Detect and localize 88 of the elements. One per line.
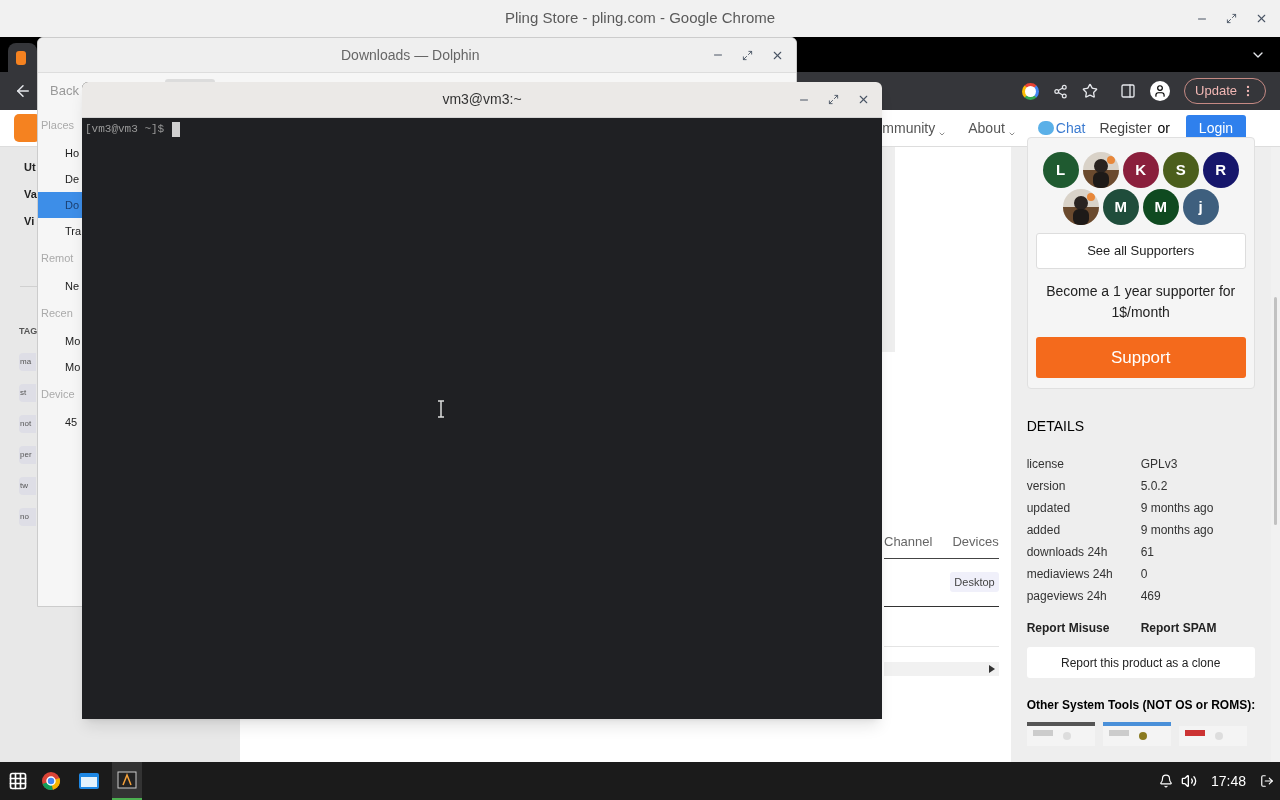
text-cursor bbox=[172, 121, 181, 137]
places-item[interactable]: Tra bbox=[38, 218, 83, 244]
detail-value: 5.0.2 bbox=[1140, 478, 1168, 495]
section-heading: Other System Tools (NOT OS or ROMS): bbox=[1026, 697, 1255, 714]
chrome-icon bbox=[41, 771, 61, 791]
detail-value: 9 months ago bbox=[1140, 500, 1214, 517]
supporter-avatar[interactable]: M bbox=[1142, 189, 1179, 225]
report-clone-button[interactable]: Report this product as a clone bbox=[1026, 647, 1255, 678]
report-spam-link[interactable]: Report SPAM bbox=[1140, 619, 1217, 637]
supporter-avatar[interactable]: M bbox=[1102, 189, 1139, 225]
chat-icon bbox=[1037, 121, 1054, 135]
details-heading: DETAILS bbox=[1026, 417, 1085, 436]
back-icon[interactable] bbox=[14, 82, 32, 100]
supporter-avatar[interactable]: R bbox=[1202, 152, 1239, 188]
supporter-text: Become a 1 year supporter for 1$/month bbox=[1045, 282, 1237, 322]
nav-link[interactable]: mmunity bbox=[882, 117, 947, 139]
notification-icon[interactable] bbox=[1158, 774, 1173, 788]
terminal-icon bbox=[117, 771, 137, 789]
detail-value: GPLv3 bbox=[1140, 456, 1178, 473]
detail-label: license bbox=[1026, 456, 1066, 473]
places-heading: Places bbox=[40, 118, 76, 133]
content-tab[interactable]: Devices bbox=[952, 532, 999, 552]
launcher-icon[interactable] bbox=[8, 771, 28, 791]
shell-prompt: [vm3@vm3 ~]$ bbox=[85, 122, 165, 137]
window-title: Downloads — Dolphin bbox=[341, 45, 480, 65]
text-cursor-icon bbox=[437, 399, 445, 418]
detail-label: added bbox=[1026, 522, 1062, 539]
detail-label: version bbox=[1026, 478, 1067, 495]
category-link[interactable]: Ut bbox=[24, 159, 36, 186]
scroll-right-icon[interactable] bbox=[988, 664, 995, 673]
bookmark-icon[interactable] bbox=[1082, 83, 1099, 99]
google-icon[interactable] bbox=[1022, 82, 1040, 100]
pling-icon bbox=[16, 50, 26, 65]
detail-value: 61 bbox=[1140, 544, 1155, 561]
report-misuse-link[interactable]: Report Misuse bbox=[1026, 619, 1141, 637]
tag-chip[interactable]: not bbox=[19, 414, 36, 433]
profile-icon[interactable] bbox=[1150, 81, 1171, 101]
maximize-icon[interactable] bbox=[828, 94, 839, 105]
device-tag: Desktop bbox=[950, 572, 999, 592]
nav-link[interactable]: About bbox=[968, 117, 1016, 139]
scrollbar[interactable] bbox=[1270, 147, 1280, 762]
places-heading: Device bbox=[40, 387, 76, 402]
maximize-icon[interactable] bbox=[742, 49, 753, 61]
detail-label: mediaviews 24h bbox=[1026, 566, 1114, 583]
see-all-button[interactable]: See all Supporters bbox=[1035, 233, 1246, 269]
supporter-avatar[interactable]: K bbox=[1122, 152, 1159, 188]
places-item[interactable]: Ne bbox=[38, 273, 83, 299]
maximize-icon[interactable] bbox=[1226, 13, 1237, 24]
places-heading: Recen bbox=[40, 306, 74, 321]
places-item[interactable]: Ho bbox=[38, 140, 83, 166]
tag-chip[interactable]: per bbox=[19, 445, 36, 464]
register-link[interactable]: Register bbox=[1099, 117, 1152, 139]
category-link[interactable]: Vi bbox=[24, 213, 35, 240]
detail-value: 9 months ago bbox=[1140, 522, 1214, 539]
detail-label: pageviews 24h bbox=[1026, 588, 1108, 605]
places-item[interactable]: 45 bbox=[38, 409, 83, 435]
detail-value: 0 bbox=[1140, 566, 1148, 583]
places-item[interactable]: De bbox=[38, 166, 83, 192]
places-item[interactable]: Mo bbox=[38, 328, 83, 354]
supporter-avatar[interactable]: j bbox=[1182, 189, 1219, 225]
clock[interactable]: 17:48 bbox=[1210, 770, 1246, 792]
detail-value: 469 bbox=[1140, 588, 1161, 605]
tag-chip[interactable]: ma bbox=[19, 352, 36, 371]
supporter-avatar[interactable]: S bbox=[1162, 152, 1199, 188]
close-icon[interactable] bbox=[857, 93, 870, 106]
supporter-avatar[interactable]: L bbox=[1042, 152, 1079, 188]
logout-icon[interactable] bbox=[1260, 774, 1274, 788]
chat-link[interactable]: Chat bbox=[1055, 117, 1086, 139]
tags-heading: TAG bbox=[19, 325, 38, 338]
window-title: vm3@vm3:~ bbox=[442, 90, 522, 109]
places-item[interactable]: Mo bbox=[38, 354, 83, 380]
tag-chip[interactable]: tw bbox=[19, 476, 36, 495]
folder-icon bbox=[79, 772, 99, 790]
close-icon[interactable] bbox=[1255, 12, 1268, 25]
places-heading: Remot bbox=[40, 251, 75, 266]
browser-tab[interactable] bbox=[8, 43, 37, 72]
category-link[interactable]: Va bbox=[24, 186, 37, 213]
or-text: or bbox=[1157, 118, 1170, 138]
side-panel-icon[interactable] bbox=[1120, 83, 1137, 99]
volume-icon[interactable] bbox=[1180, 773, 1197, 789]
detail-label: downloads 24h bbox=[1026, 544, 1109, 561]
tag-chip[interactable]: no bbox=[19, 507, 36, 526]
taskbar-app[interactable] bbox=[112, 762, 142, 800]
share-icon[interactable] bbox=[1053, 83, 1069, 99]
content-tab[interactable]: Channel bbox=[884, 532, 933, 552]
detail-label: updated bbox=[1026, 500, 1072, 517]
window-title: Pling Store - pling.com - Google Chrome bbox=[504, 8, 776, 29]
tag-chip[interactable]: st bbox=[19, 383, 36, 402]
